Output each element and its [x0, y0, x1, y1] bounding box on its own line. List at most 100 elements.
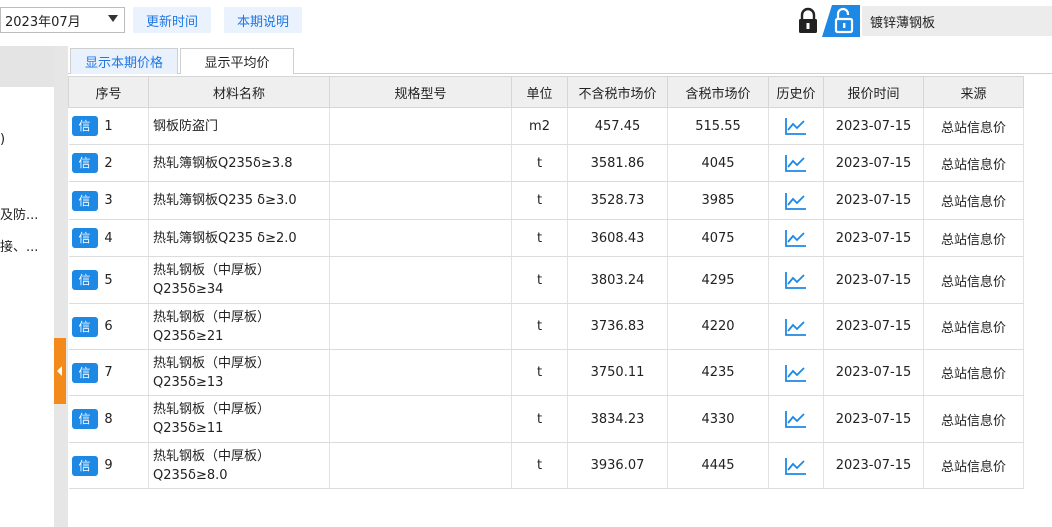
tab-average-price[interactable]: 显示平均价 [180, 48, 294, 74]
material-name-line: 热轧簿钢板Q235δ≥3.8 [153, 155, 293, 171]
price-incl-tax-cell: 4045 [667, 144, 769, 182]
price-incl-tax-cell: 515.55 [667, 107, 769, 145]
row-number: 3 [104, 193, 113, 208]
category-item[interactable]: 及防... [0, 204, 54, 223]
history-price-cell [768, 144, 824, 182]
row-index-cell: 信3 [68, 181, 149, 220]
trend-line-chart-icon[interactable] [785, 457, 807, 475]
period-select[interactable]: 2023年07月 [0, 7, 125, 33]
history-price-cell [768, 395, 824, 443]
trend-line-chart-icon[interactable] [785, 192, 807, 210]
column-header[interactable]: 报价时间 [823, 76, 924, 108]
column-header[interactable]: 来源 [923, 76, 1024, 108]
row-index-cell: 信8 [68, 395, 149, 443]
info-badge[interactable]: 信 [71, 116, 98, 136]
unlock-icon[interactable] [822, 5, 860, 37]
price-excl-tax-cell: 3803.24 [567, 256, 668, 304]
quote-time-cell: 2023-07-15 [823, 107, 924, 145]
trend-line-chart-icon[interactable] [785, 117, 807, 135]
info-badge[interactable]: 信 [71, 409, 98, 429]
table-row[interactable]: 信 2 热轧簿钢板Q235δ≥3.8 t 3581.86 4045 2023-07-15 总站… [68, 144, 1024, 182]
material-name-line: 热轧钢板（中厚板） [153, 309, 271, 325]
material-name-cell: 热轧钢板（中厚板） Q235δ≥34 [148, 256, 330, 304]
update-time-button[interactable]: 更新时间 [133, 7, 211, 33]
row-number: 8 [104, 411, 113, 427]
row-number: 5 [104, 272, 113, 288]
material-name-line: 热轧钢板（中厚板） [153, 355, 271, 371]
column-header[interactable]: 序号 [68, 76, 149, 108]
row-index-cell: 信1 [68, 107, 149, 145]
column-header[interactable]: 规格型号 [329, 76, 512, 108]
column-header[interactable]: 材料名称 [148, 76, 330, 108]
material-name-line: Q235δ≥11 [153, 421, 224, 436]
row-index-cell: 信4 [68, 219, 149, 257]
price-incl-tax-cell: 4075 [667, 219, 769, 257]
source-cell: 总站信息价 [923, 181, 1024, 220]
info-badge[interactable]: 信 [71, 316, 98, 337]
unit-cell: m2 [511, 107, 568, 145]
spec-cell [329, 256, 512, 304]
category-item[interactable]: 接、... [0, 236, 54, 255]
source-cell: 总站信息价 [923, 144, 1024, 182]
table-row[interactable]: 信 6 热轧钢板（中厚板） Q235δ≥21 t 3736.83 4220 2023-07-1… [68, 303, 1024, 350]
source-cell: 总站信息价 [923, 107, 1024, 145]
price-incl-tax-cell: 4445 [667, 442, 769, 489]
quote-time-cell: 2023-07-15 [823, 303, 924, 350]
table-row[interactable]: 信 5 热轧钢板（中厚板） Q235δ≥34 t 3803.24 4295 2023-07-1… [68, 256, 1024, 304]
period-explain-button[interactable]: 本期说明 [224, 7, 302, 33]
tab-current-price[interactable]: 显示本期价格 [70, 48, 178, 74]
unit-cell: t [511, 181, 568, 220]
column-header[interactable]: 含税市场价 [667, 76, 769, 108]
price-excl-tax-cell: 3736.83 [567, 303, 668, 350]
column-header[interactable]: 历史价 [768, 76, 824, 108]
left-panel-header [0, 46, 54, 87]
table-row[interactable]: 信 8 热轧钢板（中厚板） Q235δ≥11 t 3834.23 4330 2023-07-1… [68, 395, 1024, 443]
trend-line-chart-icon[interactable] [785, 271, 807, 289]
top-toolbar: 2023年07月 更新时间 本期说明 镀锌薄钢板 [0, 0, 1052, 42]
price-incl-tax-cell: 3985 [667, 181, 769, 220]
trend-line-chart-icon[interactable] [785, 229, 807, 247]
category-item[interactable]: ) [0, 132, 54, 147]
price-excl-tax-cell: 3608.43 [567, 219, 668, 257]
info-badge[interactable]: 信 [71, 362, 98, 383]
spec-cell [329, 395, 512, 443]
table-row[interactable]: 信 1 钢板防盗门 m2 457.45 515.55 2023-07-15 总站信息价 [68, 107, 1024, 145]
material-search-input[interactable]: 镀锌薄钢板 [862, 6, 1052, 36]
info-badge[interactable]: 信 [71, 455, 98, 476]
table-row[interactable]: 信 9 热轧钢板（中厚板） Q235δ≥8.0 t 3936.07 4445 2023-07-… [68, 442, 1024, 489]
collapse-panel-handle[interactable] [54, 338, 66, 404]
info-badge[interactable]: 信 [71, 228, 98, 248]
trend-line-chart-icon[interactable] [785, 318, 807, 336]
table-row[interactable]: 信 4 热轧簿钢板Q235 δ≥2.0 t 3608.43 4075 2023-07-15 总… [68, 219, 1024, 257]
info-badge[interactable]: 信 [71, 270, 98, 290]
source-cell: 总站信息价 [923, 256, 1024, 304]
info-badge[interactable]: 信 [71, 190, 98, 211]
row-number: 9 [104, 458, 113, 473]
quote-time-cell: 2023-07-15 [823, 349, 924, 396]
column-header[interactable]: 单位 [511, 76, 568, 108]
column-header[interactable]: 不含税市场价 [567, 76, 668, 108]
material-name-line: 热轧钢板（中厚板） [153, 263, 271, 278]
table-row[interactable]: 信 7 热轧钢板（中厚板） Q235δ≥13 t 3750.11 4235 2023-07-1… [68, 349, 1024, 396]
unit-cell: t [511, 144, 568, 182]
row-number: 7 [104, 365, 113, 380]
source-cell: 总站信息价 [923, 303, 1024, 350]
chevron-down-icon [108, 15, 118, 22]
trend-line-chart-icon[interactable] [785, 364, 807, 382]
material-name-line: Q235δ≥34 [153, 282, 224, 297]
history-price-cell [768, 349, 824, 396]
trend-line-chart-icon[interactable] [785, 154, 807, 172]
row-index-cell: 信9 [68, 442, 149, 489]
material-name-line: 钢板防盗门 [153, 118, 219, 134]
spec-cell [329, 442, 512, 489]
info-badge[interactable]: 信 [71, 153, 98, 173]
history-price-cell [768, 442, 824, 489]
table-row[interactable]: 信 3 热轧簿钢板Q235 δ≥3.0 t 3528.73 3985 2023-07-15 总… [68, 181, 1024, 220]
table-body: 信 1 钢板防盗门 m2 457.45 515.55 2023-07-15 总站信息价信 2 热轧… [68, 107, 1024, 489]
trend-line-chart-icon[interactable] [785, 410, 807, 428]
lock-icon[interactable] [796, 7, 820, 35]
panel-splitter[interactable] [54, 46, 68, 527]
period-select-value: 2023年07月 [5, 14, 81, 30]
price-excl-tax-cell: 3834.23 [567, 395, 668, 443]
material-name-cell: 热轧钢板（中厚板） Q235δ≥8.0 [148, 442, 330, 489]
